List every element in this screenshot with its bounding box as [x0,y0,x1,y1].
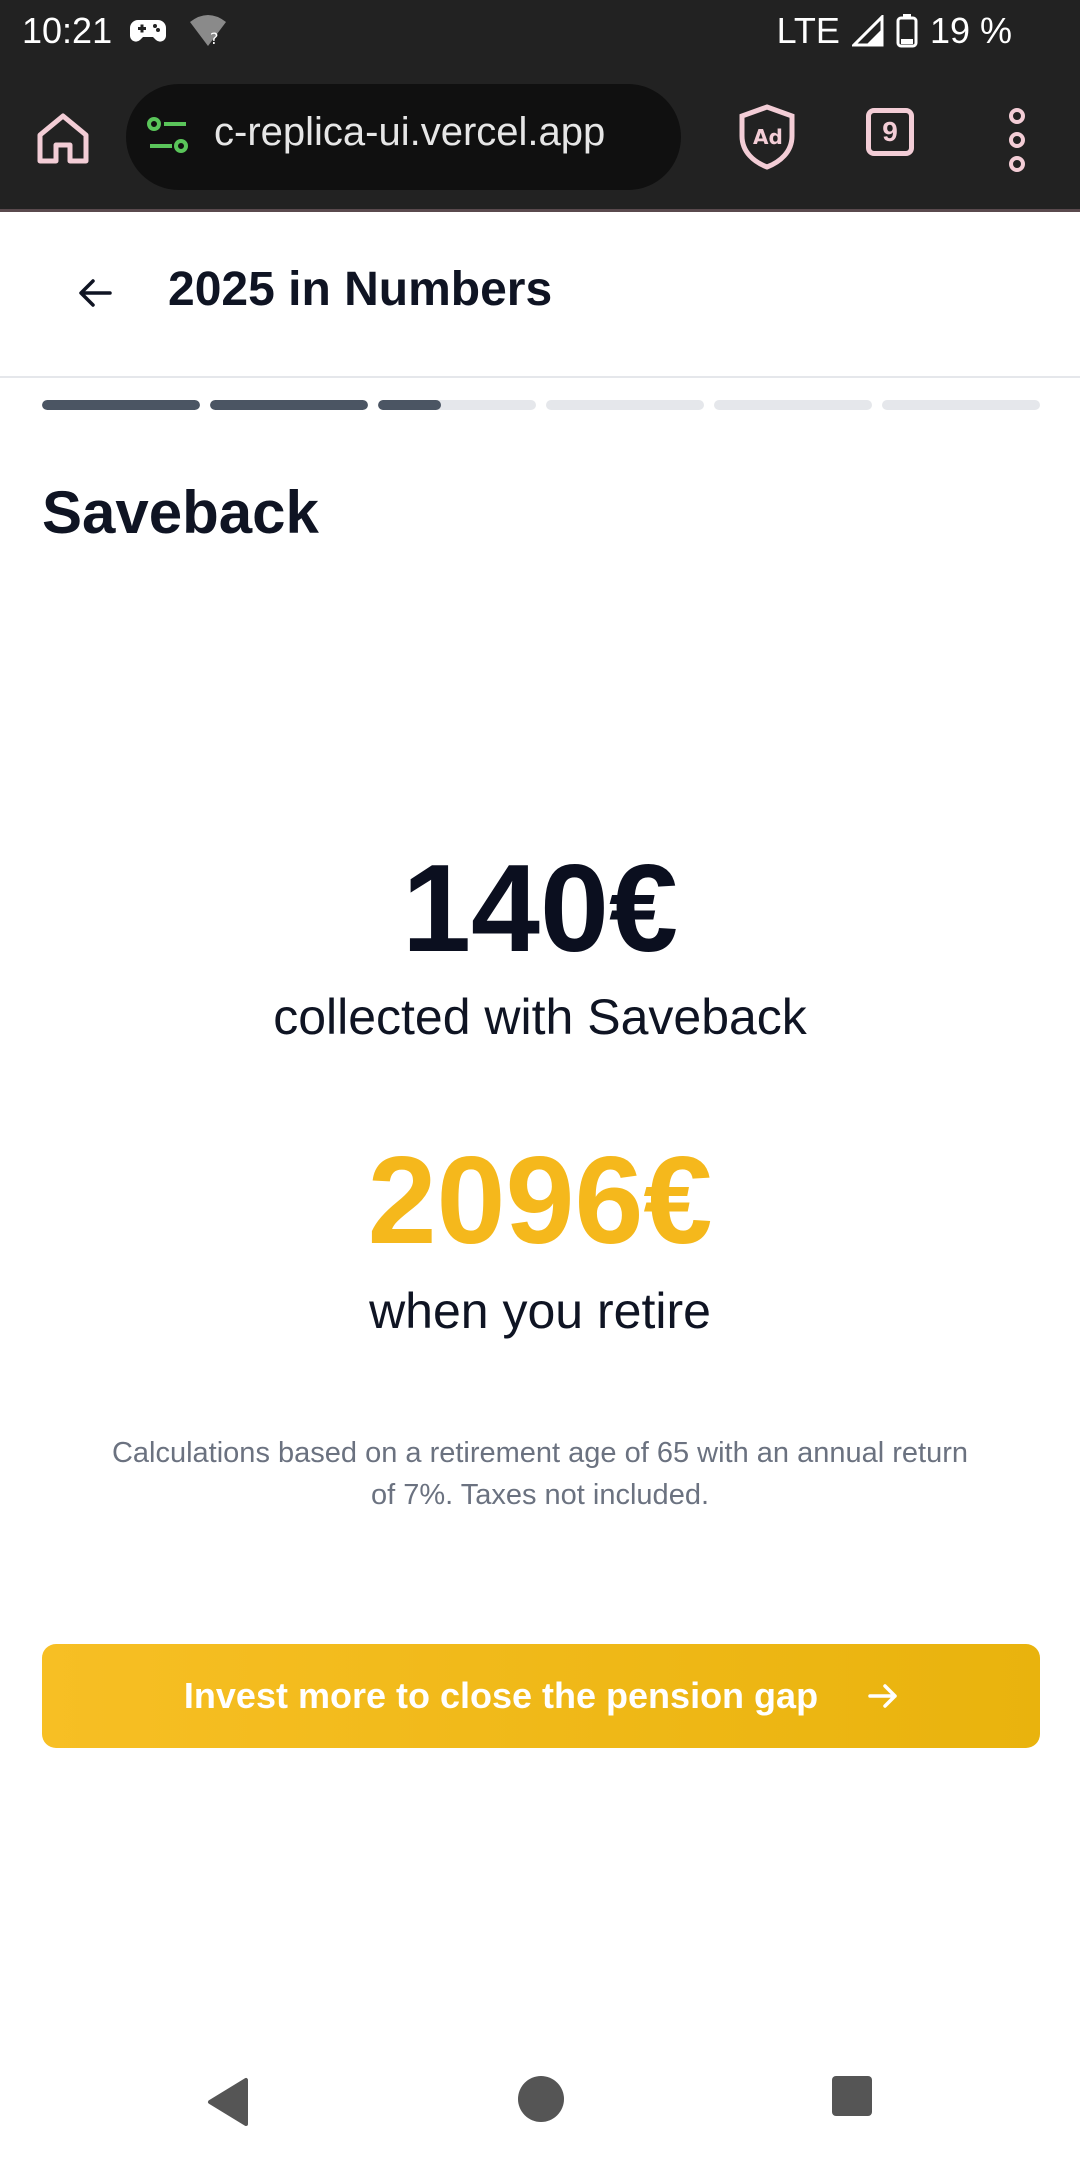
section-title: Saveback [42,479,319,546]
page-title: 2025 in Numbers [168,263,553,316]
progress-segment [882,400,1040,410]
adblock-icon: Ad [739,104,795,170]
collected-amount: 140€ [402,840,678,978]
home-icon [37,113,89,164]
app-header: 2025 in Numbers [0,212,1080,378]
progress-segment-fill [42,400,200,410]
signal-icon [851,15,884,47]
invest-more-button[interactable]: Invest more to close the pension gap [42,1644,1040,1748]
progress-segment [546,400,704,410]
network-type: LTE [776,10,840,51]
progress-segment [714,400,872,410]
arrow-right-icon [868,1684,897,1708]
tab-count: 9 [882,116,898,147]
more-menu-button[interactable] [1000,106,1034,174]
progress-segment [378,400,536,410]
address-bar[interactable]: c-replica-ui.vercel.app [126,84,681,190]
browser-home-button[interactable] [30,106,96,172]
nav-back-icon[interactable] [204,2076,250,2128]
story-progress [42,400,1040,410]
tabs-button[interactable]: 9 [866,108,914,156]
wifi-unknown-icon: ? [190,15,226,48]
status-notification-icons: ? [130,14,228,48]
status-time: 10:21 [22,10,113,51]
status-bar: 10:21 ? LTE 19 % [0,0,1080,66]
progress-segment-fill [210,400,368,410]
adblock-button[interactable]: Ad [738,104,796,170]
battery-icon [896,14,918,48]
retire-amount: 2096€ [367,1132,713,1270]
collected-label: collected with Saveback [273,989,807,1045]
arrow-left-icon [79,279,112,307]
nav-home-icon[interactable] [518,2076,564,2122]
retire-label: when you retire [369,1283,711,1339]
game-controller-icon [130,20,166,42]
more-menu-icon [1009,108,1025,172]
battery-percent: 19 % [929,10,1012,51]
url-text[interactable]: c-replica-ui.vercel.app [214,110,605,155]
progress-segment [210,400,368,410]
browser-toolbar: c-replica-ui.vercel.app Ad 9 [0,66,1080,212]
disclaimer-text: Calculations based on a retirement age o… [111,1437,969,1511]
progress-segment [42,400,200,410]
status-right: LTE 19 % [777,10,1012,52]
svg-text:Ad: Ad [753,125,783,149]
progress-segment-fill [378,400,442,410]
site-settings-icon[interactable] [146,114,190,158]
cta-label: Invest more to close the pension gap [183,1675,819,1716]
back-button[interactable] [70,268,120,318]
nav-recents-icon[interactable] [832,2076,872,2116]
svg-text:?: ? [210,29,219,48]
